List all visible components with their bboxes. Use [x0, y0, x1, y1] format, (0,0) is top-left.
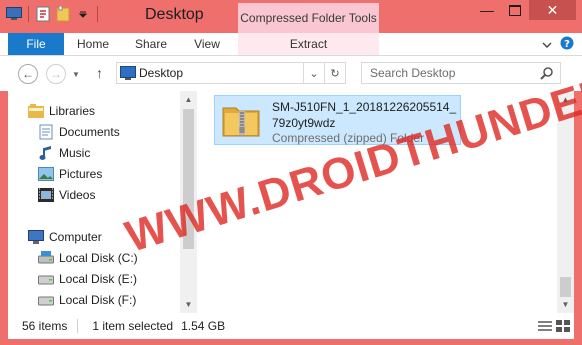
refresh-icon: ↻	[330, 67, 340, 80]
selection-size: 1.54 GB	[181, 319, 226, 333]
new-folder-icon[interactable]	[55, 6, 71, 22]
toolbar-divider	[97, 6, 98, 22]
nav-item-label: Libraries	[49, 104, 96, 118]
nav-scrollbar-thumb[interactable]	[183, 109, 194, 249]
help-icon[interactable]: ?	[560, 36, 574, 53]
nav-item-pictures[interactable]: Pictures	[38, 166, 102, 182]
address-path: Desktop	[139, 66, 184, 80]
close-icon: ✕	[546, 1, 559, 18]
tab-view[interactable]: View	[184, 33, 230, 55]
tab-share[interactable]: Share	[128, 33, 174, 55]
tab-home[interactable]: Home	[70, 33, 116, 55]
window-title: Desktop	[145, 6, 204, 23]
pictures-icon	[38, 166, 54, 182]
desktop-icon	[120, 66, 136, 83]
item-count: 56 items	[22, 319, 68, 333]
computer-icon	[28, 229, 44, 245]
file-list: SM-J510FN_1_20181226205514_79z0yt9wdz Co…	[197, 91, 557, 313]
file-type: Compressed (zipped) Folder	[272, 131, 425, 145]
scroll-up-arrow-icon[interactable]: ▲	[557, 91, 574, 108]
recent-locations-dropdown[interactable]: ▼	[72, 70, 80, 79]
ribbon-controls: ?	[542, 36, 574, 53]
nav-item-label: Videos	[59, 188, 96, 202]
scroll-up-arrow-icon[interactable]: ▲	[180, 91, 197, 108]
file-item[interactable]: SM-J510FN_1_20181226205514_79z0yt9wdz Co…	[214, 95, 461, 145]
window-controls: — ✕	[473, 0, 576, 20]
close-button[interactable]: ✕	[529, 0, 576, 20]
customize-toolbar-icon[interactable]	[75, 6, 91, 22]
nav-item-videos[interactable]: Videos	[38, 187, 95, 203]
drive-icon	[38, 271, 54, 287]
nav-item-label: Pictures	[59, 167, 103, 181]
nav-item-libraries[interactable]: Libraries	[28, 103, 95, 119]
nav-item-label: Local Disk (C:)	[59, 251, 138, 265]
details-view-icon[interactable]	[538, 319, 552, 333]
nav-item-label: Computer	[49, 230, 102, 244]
drive-icon	[38, 250, 54, 266]
view-switcher	[538, 319, 570, 333]
ribbon-tabs: File Home Share View Extract ?	[0, 33, 582, 56]
back-button[interactable]: ←	[18, 64, 38, 84]
forward-button[interactable]: →	[46, 64, 66, 84]
nav-item-local-disk-f[interactable]: Local Disk (F:)	[38, 292, 136, 308]
properties-icon[interactable]	[35, 6, 51, 22]
nav-item-music[interactable]: Music	[38, 145, 90, 161]
nav-item-local-disk-e[interactable]: Local Disk (E:)	[38, 271, 137, 287]
music-icon	[38, 145, 54, 161]
file-list-scrollbar[interactable]: ▲ ▼	[557, 91, 574, 313]
up-arrow-icon: ↑	[96, 65, 103, 81]
navigation-pane: Libraries Documents Music Pictures Video…	[8, 91, 180, 313]
tab-file[interactable]: File	[8, 33, 64, 55]
tab-extract[interactable]: Extract	[238, 33, 379, 55]
documents-icon	[38, 124, 54, 140]
search-box[interactable]	[361, 62, 561, 84]
large-icons-view-icon[interactable]	[556, 319, 570, 333]
chevron-down-icon: ▼	[72, 70, 80, 79]
window-icon[interactable]	[6, 6, 22, 22]
scroll-down-arrow-icon[interactable]: ▼	[557, 296, 574, 313]
nav-item-label: Local Disk (F:)	[59, 293, 137, 307]
refresh-button[interactable]: ↻	[324, 63, 345, 83]
nav-scrollbar[interactable]: ▲ ▼	[180, 91, 197, 313]
nav-item-label: Local Disk (E:)	[59, 272, 138, 286]
drive-icon	[38, 292, 54, 308]
address-dropdown[interactable]: ⌄	[303, 63, 324, 83]
title-bar: Desktop Compressed Folder Tools — ✕	[0, 0, 582, 33]
zip-folder-icon	[221, 102, 261, 141]
libraries-icon	[28, 103, 44, 119]
chevron-down-icon: ⌄	[309, 67, 319, 80]
address-bar[interactable]: Desktop ⌄ ↻	[116, 62, 346, 84]
selection-info: 1 item selected	[92, 319, 174, 333]
videos-icon	[38, 187, 54, 203]
svg-text:?: ?	[564, 39, 570, 50]
back-arrow-icon: ←	[22, 67, 34, 81]
up-button[interactable]: ↑	[96, 65, 103, 81]
scroll-down-arrow-icon[interactable]: ▼	[180, 296, 197, 313]
status-bar: 56 items 1 item selected 1.54 GB	[8, 313, 574, 339]
minimize-button[interactable]: —	[473, 0, 501, 20]
nav-item-label: Documents	[59, 125, 120, 139]
nav-item-computer[interactable]: Computer	[28, 229, 102, 245]
nav-item-documents[interactable]: Documents	[38, 124, 120, 140]
nav-item-label: Music	[59, 146, 91, 160]
nav-item-local-disk-c[interactable]: Local Disk (C:)	[38, 250, 138, 266]
forward-arrow-icon: →	[50, 67, 62, 81]
maximize-icon	[509, 4, 521, 16]
quick-access-toolbar	[6, 6, 100, 22]
expand-ribbon-icon[interactable]	[542, 38, 552, 52]
search-input[interactable]	[368, 65, 532, 81]
minimize-icon: —	[480, 2, 494, 18]
contextual-tab-group: Compressed Folder Tools	[238, 3, 379, 33]
status-divider	[77, 319, 79, 333]
file-name: SM-J510FN_1_20181226205514_79z0yt9wdz	[272, 100, 457, 130]
search-icon[interactable]	[540, 66, 554, 83]
toolbar-divider	[28, 6, 29, 22]
maximize-button[interactable]	[501, 0, 529, 20]
explorer-window: Desktop Compressed Folder Tools — ✕ File…	[0, 0, 582, 345]
navigation-bar: ← → ▼ ↑ Desktop ⌄ ↻	[0, 56, 582, 91]
file-list-scrollbar-thumb[interactable]	[560, 277, 571, 297]
